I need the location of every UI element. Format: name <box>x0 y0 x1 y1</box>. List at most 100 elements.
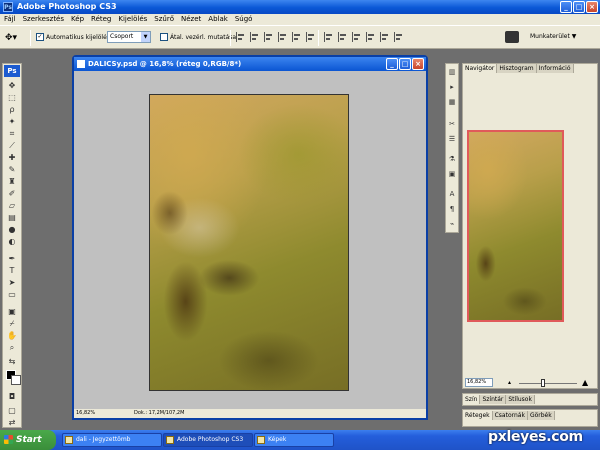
align-top-icon[interactable] <box>236 32 246 42</box>
minimize-button[interactable]: _ <box>560 1 572 13</box>
magic-wand-tool-icon[interactable]: ✦ <box>6 117 18 126</box>
align-vcenter-icon[interactable] <box>250 32 260 42</box>
distribute-right-icon[interactable] <box>394 32 404 42</box>
history-panel-icon[interactable]: ☰ <box>447 134 457 144</box>
taskbar-item-pictures[interactable]: Képek <box>254 433 334 447</box>
navigator-zoom-field[interactable]: 16,82% <box>465 378 493 387</box>
character-panel-icon[interactable]: A <box>447 189 457 199</box>
tab-styles[interactable]: Stílusok <box>506 395 535 404</box>
document-minimize-button[interactable]: _ <box>386 58 398 70</box>
navigator-panel: Navigátor Hisztogram Információ 16,82% ▴… <box>462 63 598 389</box>
maximize-button[interactable]: □ <box>573 1 585 13</box>
menu-image[interactable]: Kép <box>71 14 84 25</box>
menu-view[interactable]: Nézet <box>181 14 201 25</box>
paths-panel-icon[interactable]: ⌁ <box>447 219 457 229</box>
document-size-info[interactable]: Dok.: 17,2M/107,2M <box>134 409 184 418</box>
show-transform-checkbox[interactable] <box>160 33 168 41</box>
navigator-zoom-slider-thumb[interactable] <box>541 379 545 387</box>
grunge-texture-image[interactable] <box>149 94 349 391</box>
menu-help[interactable]: Súgó <box>235 14 253 25</box>
workspace-icon[interactable] <box>505 31 519 43</box>
tab-histogram[interactable]: Hisztogram <box>497 64 537 73</box>
move-tool-preset-icon[interactable]: ✥▾ <box>5 31 27 45</box>
start-button[interactable]: Start <box>0 430 56 450</box>
tab-color[interactable]: Szín <box>463 395 481 404</box>
windows-flag-icon <box>4 435 13 444</box>
options-separator <box>318 30 319 46</box>
paragraph-panel-icon[interactable]: ¶ <box>447 204 457 214</box>
tool-presets-panel-icon[interactable]: ▸ <box>447 82 457 92</box>
brush-tool-icon[interactable]: ✎ <box>6 165 18 174</box>
align-left-icon[interactable] <box>278 32 288 42</box>
distribute-top-icon[interactable] <box>324 32 334 42</box>
workspace-menu[interactable]: Munkaterület ▼ <box>530 32 576 42</box>
auto-select-checkbox[interactable]: ✓ <box>36 33 44 41</box>
move-tool-icon[interactable]: ✥ <box>6 81 18 90</box>
pen-tool-icon[interactable]: ✒ <box>6 254 18 263</box>
brushes-panel-icon[interactable]: ▥ <box>447 67 457 77</box>
menu-filter[interactable]: Szűrő <box>154 14 174 25</box>
info-panel-icon[interactable]: ▣ <box>447 169 457 179</box>
marquee-tool-icon[interactable]: ⬚ <box>6 93 18 102</box>
tab-info[interactable]: Információ <box>536 64 574 73</box>
swap-colors-icon[interactable]: ⇆ <box>6 357 18 366</box>
tab-curves[interactable]: Görbék <box>527 411 555 420</box>
document-close-button[interactable]: × <box>412 58 424 70</box>
hand-tool-icon[interactable]: ✋ <box>6 331 18 340</box>
menu-file[interactable]: Fájl <box>4 14 16 25</box>
tab-layers[interactable]: Rétegek <box>463 411 493 420</box>
navigator-zoom-slider-track[interactable] <box>519 383 577 384</box>
options-separator <box>30 30 31 46</box>
align-right-icon[interactable] <box>306 32 316 42</box>
layer-comps-panel-icon[interactable]: ▦ <box>447 97 457 107</box>
menu-edit[interactable]: Szerkesztés <box>23 14 64 25</box>
lasso-tool-icon[interactable]: ρ <box>6 105 18 114</box>
distribute-hcenter-icon[interactable] <box>380 32 390 42</box>
edit-in-imageready-icon[interactable]: ⇄ <box>6 418 18 427</box>
tab-navigator[interactable]: Navigátor <box>463 64 498 73</box>
taskbar-item-label: dali - Jegyzettömb <box>76 436 131 443</box>
healing-brush-tool-icon[interactable]: ✚ <box>6 153 18 162</box>
dodge-tool-icon[interactable]: ◐ <box>6 237 18 246</box>
taskbar-item-notepad[interactable]: dali - Jegyzettömb <box>62 433 162 447</box>
actions-panel-icon[interactable]: ⚗ <box>447 154 457 164</box>
path-selection-tool-icon[interactable]: ➤ <box>6 278 18 287</box>
canvas-area[interactable] <box>74 71 426 409</box>
clone-source-panel-icon[interactable]: ✂ <box>447 119 457 129</box>
type-tool-icon[interactable]: T <box>6 266 18 275</box>
distribute-bottom-icon[interactable] <box>352 32 362 42</box>
toolbox: Ps ✥ ⬚ ρ ✦ ⌗ ⟋ ✚ ✎ ♜ ✐ ▱ ▤ ● ◐ ✒ T ➤ ▭ ▣… <box>2 63 22 428</box>
background-color-swatch[interactable] <box>11 375 21 385</box>
crop-tool-icon[interactable]: ⌗ <box>6 129 18 138</box>
history-brush-tool-icon[interactable]: ✐ <box>6 189 18 198</box>
zoom-out-icon[interactable]: ▴ <box>508 379 511 386</box>
clone-stamp-tool-icon[interactable]: ♜ <box>6 177 18 186</box>
auto-select-dropdown[interactable]: Csoport ▼ <box>107 31 151 43</box>
slice-tool-icon[interactable]: ⟋ <box>6 141 18 150</box>
zoom-tool-icon[interactable]: ⌕ <box>6 343 18 352</box>
screen-mode-icon[interactable]: ▢ <box>6 406 18 415</box>
distribute-left-icon[interactable] <box>366 32 376 42</box>
blur-tool-icon[interactable]: ● <box>6 225 18 234</box>
distribute-vcenter-icon[interactable] <box>338 32 348 42</box>
menu-window[interactable]: Ablak <box>208 14 228 25</box>
notes-tool-icon[interactable]: ▣ <box>6 307 18 316</box>
close-button[interactable]: × <box>586 1 598 13</box>
menu-layer[interactable]: Réteg <box>91 14 111 25</box>
align-hcenter-icon[interactable] <box>292 32 302 42</box>
document-title-bar[interactable]: DALICSy.psd @ 16,8% (réteg 0,RGB/8*) _ □… <box>74 57 426 71</box>
eyedropper-tool-icon[interactable]: ⌿ <box>6 319 18 328</box>
align-bottom-icon[interactable] <box>264 32 274 42</box>
document-zoom-field[interactable]: 16,82% <box>76 409 95 418</box>
eraser-tool-icon[interactable]: ▱ <box>6 201 18 210</box>
tab-channels[interactable]: Csatornák <box>492 411 528 420</box>
shape-tool-icon[interactable]: ▭ <box>6 290 18 299</box>
menu-select[interactable]: Kijelölés <box>118 14 147 25</box>
gradient-tool-icon[interactable]: ▤ <box>6 213 18 222</box>
navigator-preview[interactable] <box>467 130 564 322</box>
tab-swatches[interactable]: Színtár <box>480 395 507 404</box>
taskbar-item-photoshop[interactable]: Adobe Photoshop CS3 <box>163 433 253 447</box>
document-maximize-button[interactable]: □ <box>399 58 411 70</box>
zoom-in-icon[interactable]: ▲ <box>582 378 588 387</box>
quick-mask-icon[interactable]: ◘ <box>6 392 18 401</box>
